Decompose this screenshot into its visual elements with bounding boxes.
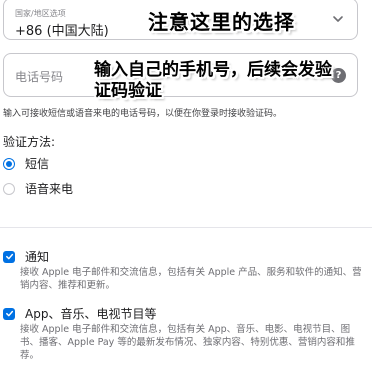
phone-hint-text: 输入可接收短信或语音来电的电话号码，以便在你登录时接收验证码。 (3, 109, 283, 119)
country-annotation: 注意这里的选择 (148, 10, 295, 34)
checkbox-row-app-music-tv[interactable]: App、音乐、电视节目等 (3, 305, 156, 322)
phone-annotation: 输入自己的手机号，后续会发验证码验证 (94, 60, 332, 101)
radio-button-sms[interactable] (3, 157, 15, 170)
app-music-tv-description: 接收 Apple 电子邮件和交流信息，包括有关 App、音乐、电影、电视节目、图… (20, 324, 355, 361)
radio-option-sms[interactable]: 短信 (3, 155, 49, 172)
radio-button-voice-call[interactable] (3, 182, 15, 195)
checkbox-notifications[interactable] (3, 250, 15, 263)
radio-option-voice-call[interactable]: 语音来电 (3, 180, 73, 197)
section-divider (0, 227, 372, 228)
verification-method-title: 验证方法: (3, 135, 56, 149)
checkbox-app-music-tv[interactable] (3, 307, 15, 320)
checkbox-label-app-music-tv: App、音乐、电视节目等 (25, 307, 157, 321)
checkmark-icon (5, 310, 13, 317)
checkmark-icon (5, 253, 13, 260)
chevron-down-icon (333, 16, 343, 22)
country-region-value: +86 (中国大陆) (15, 24, 109, 39)
radio-label-sms: 短信 (25, 157, 50, 171)
radio-label-voice-call: 语音来电 (25, 182, 74, 196)
notifications-description: 接收 Apple 电子邮件和交流信息，包括有关 Apple 产品、服务和软件的通… (20, 267, 362, 291)
phone-number-placeholder: 电话号码 (15, 70, 64, 84)
checkbox-label-notifications: 通知 (25, 250, 50, 264)
country-region-label: 国家/地区选项 (15, 9, 66, 18)
checkbox-row-notifications[interactable]: 通知 (3, 248, 49, 265)
